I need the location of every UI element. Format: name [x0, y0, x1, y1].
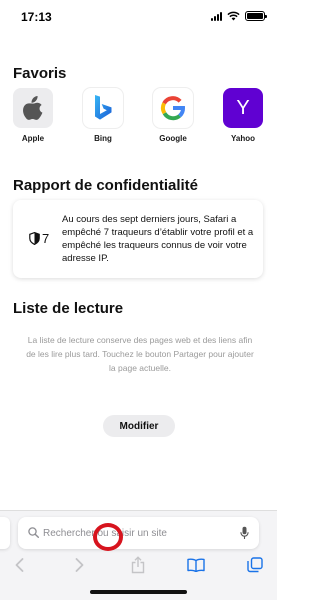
- tabs-icon[interactable]: [240, 552, 270, 578]
- wifi-icon: [227, 11, 240, 21]
- search-icon: [28, 527, 39, 538]
- tracker-count: 7: [42, 231, 50, 246]
- address-bar[interactable]: [18, 517, 259, 549]
- previous-tab-preview[interactable]: [0, 517, 10, 549]
- back-icon[interactable]: [4, 552, 34, 578]
- favorite-yahoo[interactable]: Y Yahoo: [213, 88, 273, 143]
- bottom-bar: [0, 510, 277, 600]
- privacy-report-text: Au cours des sept derniers jours, Safari…: [62, 214, 254, 264]
- shield-icon: [29, 232, 40, 245]
- tap-indicator: [93, 523, 123, 551]
- google-logo-icon: [153, 88, 193, 128]
- favorite-bing[interactable]: Bing: [73, 88, 133, 143]
- reading-list-description: La liste de lecture conserve des pages w…: [26, 335, 254, 373]
- bing-logo-icon: [83, 88, 123, 128]
- favorites-title: Favoris: [13, 65, 67, 82]
- reading-list-title: Liste de lecture: [13, 300, 124, 317]
- status-icons: [211, 11, 267, 21]
- privacy-report-title: Rapport de confidentialité: [13, 177, 199, 194]
- browser-toolbar: [0, 552, 277, 578]
- status-time: 17:13: [21, 10, 52, 24]
- favorite-label: Apple: [21, 134, 45, 143]
- privacy-report-card[interactable]: 7 Au cours des sept derniers jours, Safa…: [13, 200, 263, 278]
- apple-logo-icon: [13, 88, 53, 128]
- favorite-label: Yahoo: [230, 134, 255, 143]
- microphone-icon[interactable]: [240, 526, 249, 540]
- yahoo-glyph: Y: [236, 96, 250, 119]
- status-bar: 17:13: [0, 0, 277, 36]
- address-input[interactable]: [43, 525, 233, 541]
- forward-icon[interactable]: [64, 552, 94, 578]
- battery-icon: [245, 11, 267, 21]
- yahoo-logo-icon: Y: [223, 88, 263, 128]
- share-icon[interactable]: [123, 552, 153, 578]
- home-indicator: [90, 590, 187, 594]
- favorites-grid: Apple Bing Google Y Yahoo: [0, 88, 277, 148]
- favorite-apple[interactable]: Apple: [3, 88, 63, 143]
- bookmarks-icon[interactable]: [181, 552, 211, 578]
- favorite-google[interactable]: Google: [143, 88, 203, 143]
- cellular-signal-icon: [211, 11, 222, 21]
- favorite-label: Bing: [94, 134, 112, 143]
- edit-button[interactable]: Modifier: [103, 415, 175, 437]
- favorite-label: Google: [159, 134, 187, 143]
